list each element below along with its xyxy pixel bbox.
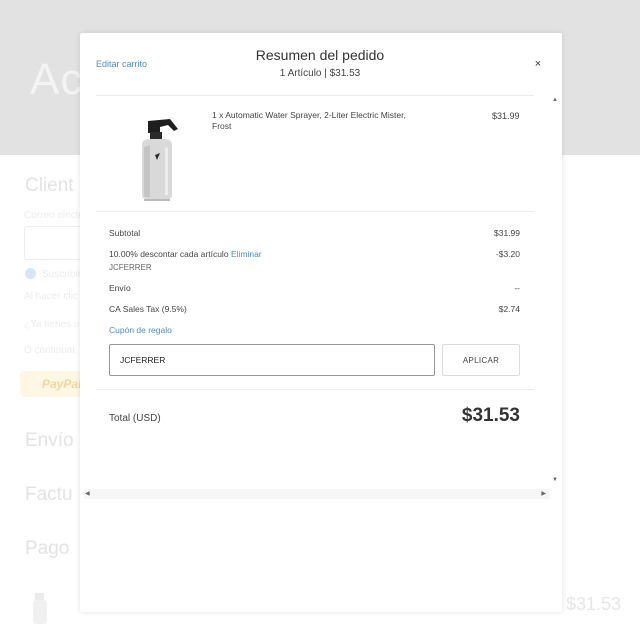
close-icon[interactable]: × [531,57,545,71]
background-email-input [24,226,84,260]
edit-cart-link[interactable]: Editar carrito [96,59,147,69]
discount-remove-link[interactable]: Eliminar [231,249,262,259]
product-description: 1 x Automatic Water Sprayer, 2-Liter Ele… [212,110,406,131]
coupon-input[interactable] [109,344,435,376]
subtotal-value: $31.99 [494,228,520,238]
total-value: $31.53 [461,405,520,426]
background-product-thumbnail [33,593,47,624]
order-summary-modal: Resumen del pedido 1 Artículo | $31.53 E… [80,33,562,612]
total-label: Total (USD) [109,413,161,424]
gift-coupon-link[interactable]: Cupón de regalo [109,325,172,335]
background-subscribe-check-icon [25,268,36,279]
shipping-value: -- [514,283,520,293]
shipping-label: Envío [109,283,131,293]
discount-code: JCFERRER [109,263,152,272]
scroll-up-arrow-icon[interactable]: ▲ [552,97,558,103]
background-order-total: $31.53 [566,594,622,614]
background-section-billing: Factu [25,484,73,505]
divider [96,389,534,390]
modal-scroll-content: 1 x Automatic Water Sprayer, 2-Liter Ele… [96,95,534,485]
discount-row: 10.00% descontar cada artículo Eliminar [109,249,262,259]
product-price: $31.99 [492,111,520,121]
discount-label: 10.00% descontar cada artículo [109,249,229,259]
horizontal-scrollbar[interactable]: ◀ ▶ [84,489,550,499]
divider [96,211,534,212]
discount-value: -$3.20 [495,249,520,259]
tax-label: CA Sales Tax (9.5%) [109,304,187,314]
tax-value: $2.74 [498,304,520,314]
background-logo: Ac [30,55,84,104]
scroll-left-arrow-icon[interactable]: ◀ [85,490,90,497]
modal-subtitle: 1 Artículo | $31.53 [279,68,361,79]
background-continue-text: O continuar [24,345,76,356]
background-terms-text: Al hacer clic [24,291,78,302]
modal-title: Resumen del pedido [255,47,385,63]
subtotal-label: Subtotal [109,228,141,238]
product-image [142,119,178,201]
apply-coupon-button[interactable]: APLICAR [442,344,520,376]
background-section-shipping: Envío [25,430,74,451]
background-section-payment: Pago [25,538,70,559]
scroll-down-arrow-icon[interactable]: ▼ [552,477,558,483]
divider [96,95,534,96]
background-section-client: Client [25,175,74,196]
scroll-right-arrow-icon[interactable]: ▶ [541,490,546,497]
background-email-label: Correo electr [24,210,82,221]
